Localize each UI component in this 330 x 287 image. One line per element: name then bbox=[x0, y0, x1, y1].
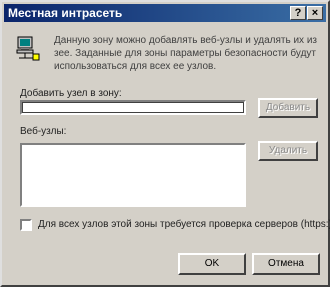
require-https-checkbox[interactable] bbox=[20, 219, 32, 231]
sites-label: Веб-узлы: bbox=[20, 126, 67, 137]
sites-listbox[interactable] bbox=[20, 143, 246, 207]
cancel-button[interactable]: Отмена bbox=[252, 253, 320, 275]
require-https-label[interactable]: Для всех узлов этой зоны требуется прове… bbox=[38, 219, 330, 230]
zone-sites-dialog: Местная интрасеть ? × Данную зону можно … bbox=[0, 0, 330, 287]
remove-button[interactable]: Удалить bbox=[258, 141, 318, 161]
window-title: Местная интрасеть bbox=[8, 6, 123, 20]
zone-description: Данную зону можно добавлять веб-узлы и у… bbox=[54, 35, 317, 72]
ok-button[interactable]: OK bbox=[178, 253, 246, 275]
add-button[interactable]: Добавить bbox=[258, 98, 318, 118]
network-computer-icon bbox=[15, 35, 41, 61]
close-button[interactable]: × bbox=[307, 6, 323, 20]
help-button[interactable]: ? bbox=[290, 6, 306, 20]
add-site-label: Добавить узел в зону: bbox=[20, 88, 122, 99]
add-site-input[interactable] bbox=[20, 100, 246, 115]
title-bar[interactable]: Местная интрасеть ? × bbox=[4, 4, 326, 22]
